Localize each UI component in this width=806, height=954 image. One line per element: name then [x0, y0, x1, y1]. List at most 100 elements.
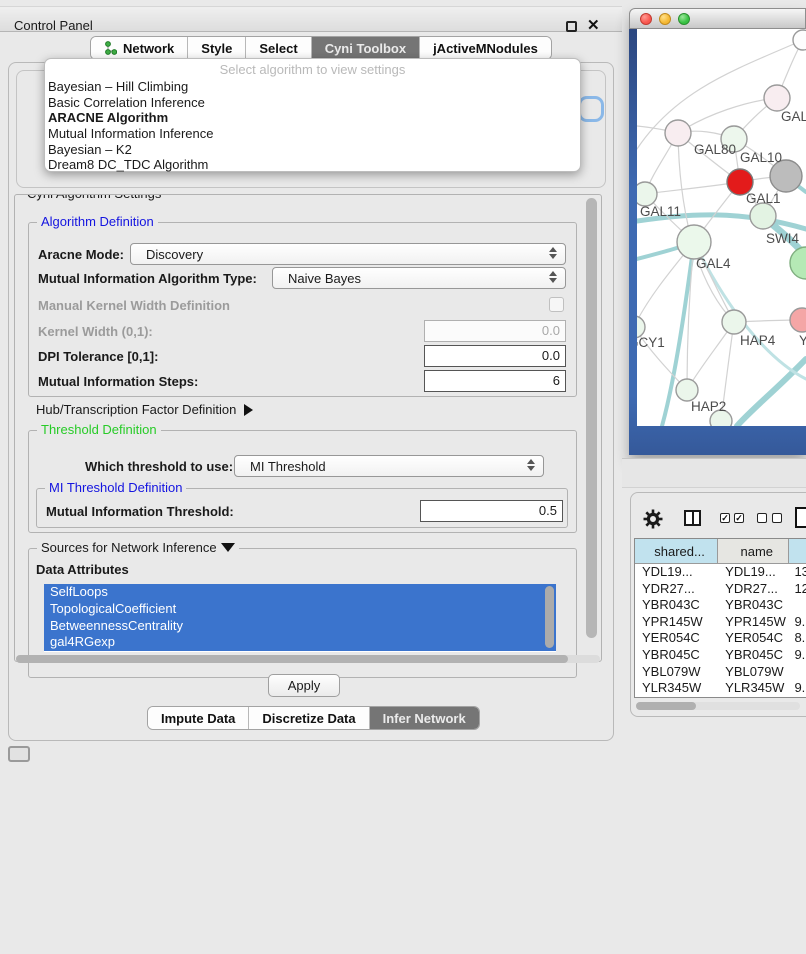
- table-row[interactable]: YDL19...YDL19...13: [635, 564, 806, 581]
- table-cell: 12: [789, 581, 806, 598]
- mac-close-button[interactable]: [640, 13, 652, 25]
- network-node-label-gal: GAL: [781, 109, 806, 124]
- network-node[interactable]: [793, 30, 806, 50]
- network-edge[interactable]: [737, 359, 806, 426]
- settings-group-title: Cyni Algorithm Settings: [23, 194, 165, 201]
- mac-minimize-button[interactable]: [659, 13, 671, 25]
- mac-zoom-button[interactable]: [678, 13, 690, 25]
- apply-button[interactable]: Apply: [268, 674, 340, 697]
- split-columns-icon[interactable]: [684, 510, 701, 526]
- table-cell: YER054C: [718, 630, 789, 647]
- table-row[interactable]: YBL079WYBL079W: [635, 664, 806, 681]
- table-cell: YJL052C: [635, 697, 718, 698]
- table-header-row: shared...name: [635, 539, 806, 564]
- network-node[interactable]: [750, 203, 776, 229]
- settings-horizontal-scrollbar-thumb[interactable]: [16, 655, 568, 663]
- algorithm-option-basic-correlation-inference[interactable]: Basic Correlation Inference: [45, 95, 580, 111]
- table-cell: YBL079W: [635, 664, 718, 681]
- table-cell: YPR145W: [635, 614, 718, 631]
- table-cell: YBR043C: [635, 597, 718, 614]
- node-attribute-table: shared...name YDL19...YDL19...13YDR27...…: [634, 538, 806, 698]
- network-node-label-swi4: SWI4: [766, 231, 799, 246]
- tab-label: Select: [259, 41, 297, 56]
- network-window-titlebar[interactable]: [629, 8, 806, 29]
- tab-style[interactable]: Style: [188, 37, 246, 59]
- table-horizontal-scrollbar[interactable]: [636, 702, 800, 710]
- tab-jactivemnodules[interactable]: jActiveMNodules: [420, 37, 551, 59]
- table-cell: YBR045C: [635, 647, 718, 664]
- column-header-shared[interactable]: shared...: [635, 539, 718, 563]
- algorithm-option-dream8-dc-tdc-algorithm[interactable]: Dream8 DC_TDC Algorithm: [45, 157, 580, 173]
- algorithm-option-bayesian-hill-climbing[interactable]: Bayesian – Hill Climbing: [45, 79, 580, 95]
- tab-infer-network[interactable]: Infer Network: [370, 707, 479, 729]
- algorithm-option-mutual-information-inference[interactable]: Mutual Information Inference: [45, 126, 580, 142]
- table-row[interactable]: YBR045CYBR045C9.: [635, 647, 806, 664]
- tab-label: Discretize Data: [262, 711, 355, 726]
- network-node[interactable]: [764, 85, 790, 111]
- stepper-arrows-icon: [527, 459, 535, 471]
- table-cell: YBL079W: [718, 664, 789, 681]
- gear-icon[interactable]: [643, 509, 663, 529]
- settings-vertical-scrollbar[interactable]: [586, 198, 597, 638]
- table-cell: YDR27...: [635, 581, 718, 598]
- tab-label: Network: [123, 41, 174, 56]
- network-node[interactable]: [637, 182, 657, 206]
- network-node-label-gal10: GAL10: [740, 150, 782, 165]
- algorithm-option-aracne-algorithm[interactable]: ARACNE Algorithm: [45, 110, 580, 126]
- network-node[interactable]: [790, 308, 806, 332]
- table-row[interactable]: YBR043CYBR043C: [635, 597, 806, 614]
- table-cell: [789, 597, 806, 614]
- tab-label: Cyni Toolbox: [325, 41, 406, 56]
- mi-threshold-input[interactable]: 0.5: [420, 500, 563, 522]
- network-node-label-hap2: HAP2: [691, 399, 726, 414]
- network-node[interactable]: [790, 247, 806, 279]
- tab-label: Impute Data: [161, 711, 235, 726]
- which-threshold-select[interactable]: MI Threshold: [234, 455, 544, 477]
- tab-discretize-data[interactable]: Discretize Data: [249, 707, 369, 729]
- table-horizontal-scrollbar-thumb[interactable]: [636, 702, 696, 710]
- network-node-label-gal1: GAL1: [746, 191, 781, 206]
- table-cell: 8.: [789, 630, 806, 647]
- table-row[interactable]: YDR27...YDR27...12: [635, 581, 806, 598]
- network-view-window: GALGAL80GAL10GAL1GAL11SWI4GAL4GCY1HAP4YH…: [629, 8, 806, 455]
- network-node-label-hap4: HAP4: [740, 333, 776, 348]
- network-node[interactable]: [677, 225, 711, 259]
- tab-select[interactable]: Select: [246, 37, 311, 59]
- table-cell: YDL19...: [635, 564, 718, 581]
- network-node[interactable]: [676, 379, 698, 401]
- network-node[interactable]: [665, 120, 691, 146]
- close-panel-icon[interactable]: ✕: [587, 16, 600, 34]
- table-row[interactable]: YER054CYER054C8.: [635, 630, 806, 647]
- tab-label: jActiveMNodules: [433, 41, 538, 56]
- network-node-label-y: Y: [799, 333, 806, 348]
- settings-horizontal-scrollbar[interactable]: [16, 655, 600, 663]
- float-panel-icon[interactable]: [566, 21, 577, 32]
- network-edge[interactable]: [645, 182, 740, 194]
- cyni-toolbox-bottom-tab-bar: Impute Data Discretize Data Infer Network: [147, 706, 480, 730]
- tab-label: Infer Network: [383, 711, 466, 726]
- tab-impute-data[interactable]: Impute Data: [148, 707, 249, 729]
- attributes-list-scrollbar[interactable]: [545, 586, 554, 648]
- algorithm-dropdown-list: Bayesian – Hill ClimbingBasic Correlatio…: [45, 79, 580, 173]
- table-row[interactable]: YPR145WYPR145W9.: [635, 614, 806, 631]
- algorithm-option-bayesian-k2[interactable]: Bayesian – K2: [45, 142, 580, 158]
- network-node[interactable]: [722, 310, 746, 334]
- table-row[interactable]: YJL052CYJL052C9.: [635, 697, 806, 698]
- network-node-label-gal11: GAL11: [640, 204, 681, 219]
- document-icon[interactable]: [795, 507, 806, 528]
- table-cell: 9.: [789, 680, 806, 697]
- table-body: YDL19...YDL19...13YDR27...YDR27...12YBR0…: [635, 564, 806, 698]
- network-window-frame: GALGAL80GAL10GAL1GAL11SWI4GAL4GCY1HAP4YH…: [629, 29, 806, 455]
- tab-cyni-toolbox[interactable]: Cyni Toolbox: [312, 37, 420, 59]
- collapsed-panel-icon[interactable]: [8, 746, 30, 762]
- tab-network[interactable]: Network: [91, 37, 188, 59]
- network-canvas[interactable]: GALGAL80GAL10GAL1GAL11SWI4GAL4GCY1HAP4YH…: [637, 29, 806, 426]
- table-cell: 9.: [789, 647, 806, 664]
- column-header-name[interactable]: name: [718, 539, 789, 563]
- deselect-all-rows-icon[interactable]: [757, 513, 782, 523]
- table-row[interactable]: YLR345WYLR345W9.: [635, 680, 806, 697]
- select-all-rows-icon[interactable]: ✓✓: [720, 513, 744, 523]
- control-panel-title: Control Panel: [14, 18, 93, 33]
- column-header-partial[interactable]: [789, 539, 806, 563]
- network-node-label-gal80: GAL80: [694, 142, 736, 157]
